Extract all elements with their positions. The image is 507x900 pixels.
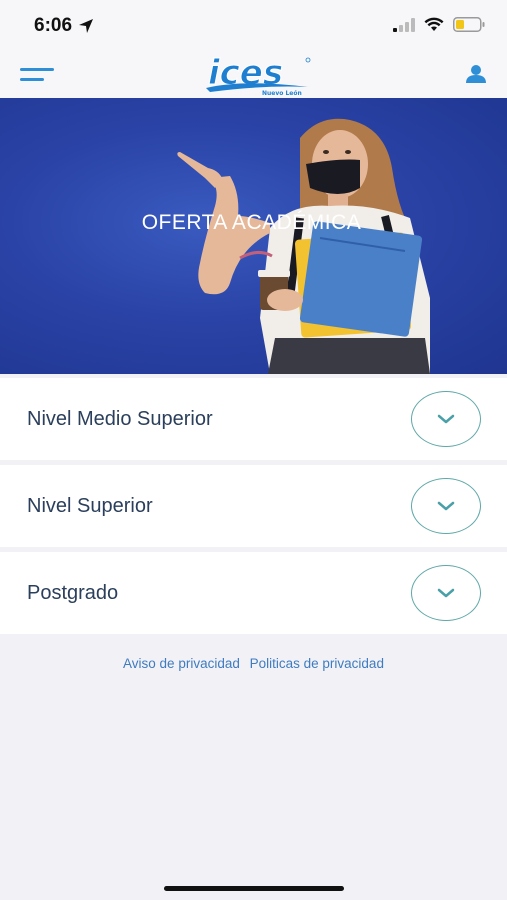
chevron-down-icon (437, 588, 455, 598)
level-item-superior[interactable]: Nivel Superior (0, 465, 507, 547)
student-illustration (177, 118, 430, 374)
user-profile-button[interactable] (465, 64, 489, 86)
level-label: Postgrado (27, 582, 119, 604)
expand-button[interactable] (411, 478, 481, 534)
hero-title-text: OFERTA ACADÉMICA (141, 211, 362, 234)
level-item-postgrado[interactable]: Postgrado (0, 552, 507, 634)
location-arrow-icon (79, 19, 94, 33)
user-icon (466, 65, 486, 83)
privacy-notice-link[interactable]: Aviso de privacidad (123, 656, 240, 671)
status-time: 6:06 (34, 15, 94, 37)
expand-button[interactable] (411, 391, 481, 447)
menu-icon (20, 68, 54, 81)
nav-bar: ices Nuevo León (0, 52, 507, 98)
hero-banner: OFERTA ACADÉMICA (0, 98, 507, 374)
chevron-down-icon (437, 501, 455, 511)
level-label: Nivel Superior (27, 495, 153, 517)
status-time-text: 6:06 (34, 15, 73, 36)
level-item-medio-superior[interactable]: Nivel Medio Superior (0, 378, 507, 460)
status-bar: 6:06 (0, 0, 507, 52)
hero-title: OFERTA ACADÉMICA (0, 211, 507, 235)
svg-text:Nuevo León: Nuevo León (262, 90, 302, 97)
footer-links: Aviso de privacidad Politicas de privaci… (0, 656, 507, 671)
academic-levels-list: Nivel Medio Superior Nivel Superior Post… (0, 378, 507, 639)
home-indicator[interactable] (164, 886, 344, 891)
signal-icon (393, 17, 415, 32)
level-label: Nivel Medio Superior (27, 408, 213, 430)
battery-icon (453, 17, 485, 32)
ices-logo: ices Nuevo León (204, 52, 316, 98)
chevron-down-icon (437, 414, 455, 424)
status-icons (393, 17, 485, 32)
expand-button[interactable] (411, 565, 481, 621)
menu-button[interactable] (20, 64, 56, 86)
privacy-policies-link[interactable]: Politicas de privacidad (250, 656, 384, 671)
wifi-icon (424, 17, 444, 31)
